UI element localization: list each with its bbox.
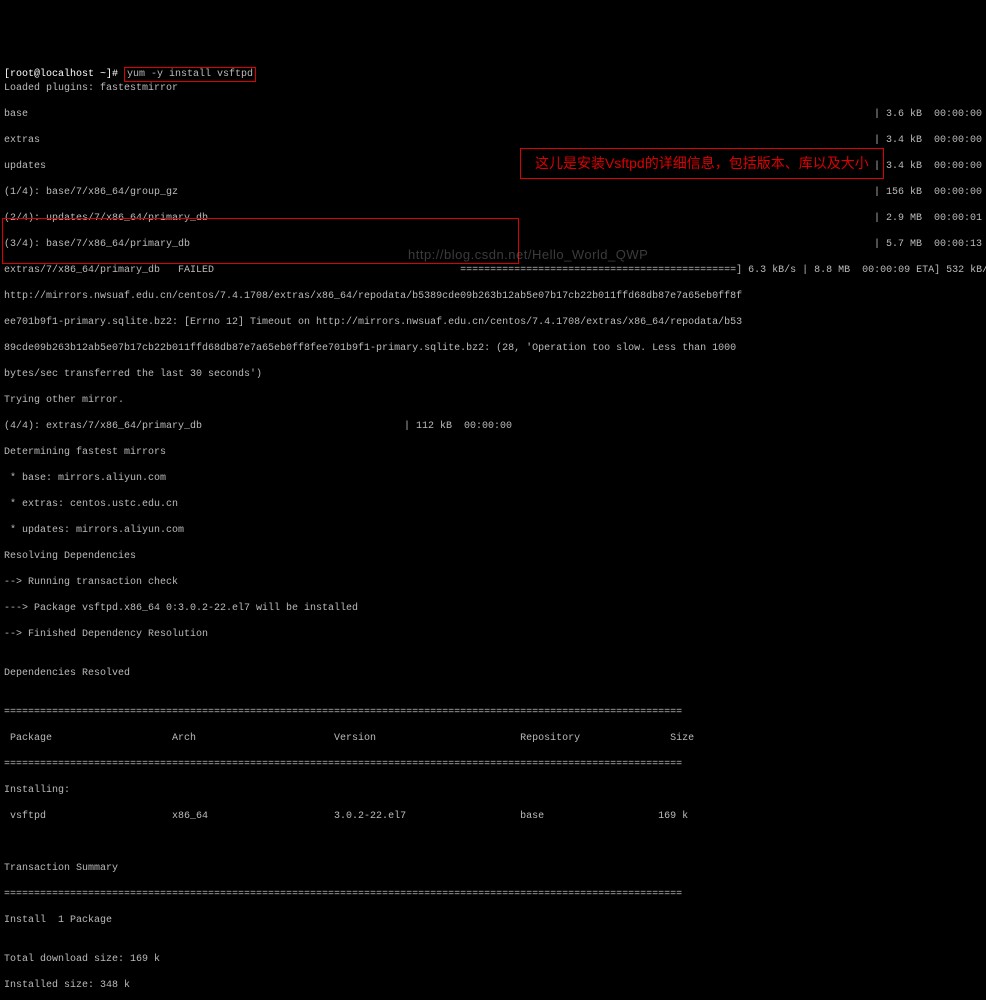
summary-line: Install 1 Package: [4, 914, 982, 927]
error-line: bytes/sec transferred the last 30 second…: [4, 368, 982, 381]
output-line: Dependencies Resolved: [4, 667, 982, 680]
output-line: Determining fastest mirrors: [4, 446, 982, 459]
watermark-text: http://blog.csdn.net/Hello_World_QWP: [408, 248, 648, 261]
summary-title: Transaction Summary: [4, 862, 982, 875]
table-sep: ========================================…: [4, 706, 982, 719]
repo-row: (1/4): base/7/x86_64/group_gz| 156 kB 00…: [4, 186, 982, 199]
error-line: Trying other mirror.: [4, 394, 982, 407]
output-line: ---> Package vsftpd.x86_64 0:3.0.2-22.el…: [4, 602, 982, 615]
output-line: * base: mirrors.aliyun.com: [4, 472, 982, 485]
output-line: Loaded plugins: fastestmirror: [4, 82, 982, 95]
error-line: ee701b9f1-primary.sqlite.bz2: [Errno 12]…: [4, 316, 982, 329]
repo-row: base| 3.6 kB 00:00:00: [4, 108, 982, 121]
table-sep: ========================================…: [4, 758, 982, 771]
error-line: http://mirrors.nwsuaf.edu.cn/centos/7.4.…: [4, 290, 982, 303]
output-line: Total download size: 169 k: [4, 953, 982, 966]
error-line: 89cde09b263b12ab5e07b17cb22b011ffd68db87…: [4, 342, 982, 355]
command-highlight: yum -y install vsftpd: [124, 67, 256, 82]
table-row: vsftpd x86_64 3.0.2-22.el7 base 169 k: [4, 810, 982, 823]
output-line: [4, 836, 982, 849]
output-line: --> Finished Dependency Resolution: [4, 628, 982, 641]
output-line: * updates: mirrors.aliyun.com: [4, 524, 982, 537]
table-section: Installing:: [4, 784, 982, 797]
output-line: --> Running transaction check: [4, 576, 982, 589]
table-header: Package Arch Version Repository Size: [4, 732, 982, 745]
repo-row: (2/4): updates/7/x86_64/primary_db| 2.9 …: [4, 212, 982, 225]
repo-row: extras| 3.4 kB 00:00:00: [4, 134, 982, 147]
terminal-output[interactable]: [root@localhost ~]# yum -y install vsftp…: [0, 52, 986, 1000]
table-sep: ========================================…: [4, 888, 982, 901]
output-line: Resolving Dependencies: [4, 550, 982, 563]
repo-row: (4/4): extras/7/x86_64/primary_db| 112 k…: [4, 420, 982, 433]
output-line: Installed size: 348 k: [4, 979, 982, 992]
fail-row: extras/7/x86_64/primary_db FAILED ======…: [4, 264, 982, 277]
annotation-box: 这儿是安装Vsftpd的详细信息，包括版本、库以及大小: [520, 148, 884, 179]
shell-prompt: [root@localhost ~]#: [4, 69, 124, 80]
